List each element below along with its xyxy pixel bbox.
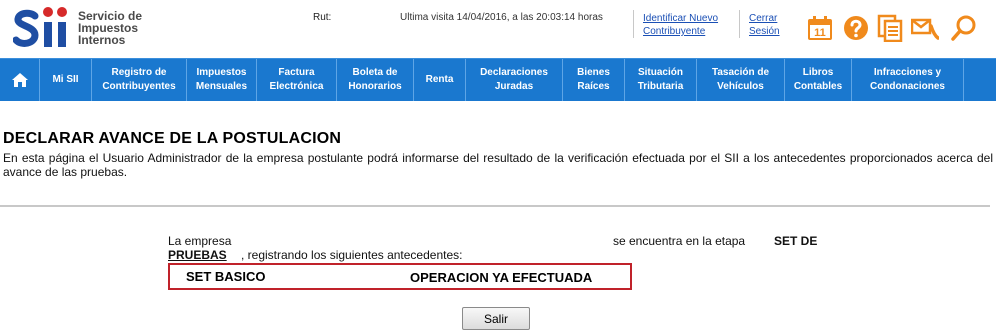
calendar-day: 11 xyxy=(814,27,826,39)
intro-text: En esta página el Usuario Administrador … xyxy=(3,151,993,179)
nav-label: Infracciones y Condonaciones xyxy=(869,67,945,92)
nav-label: Bienes Raíces xyxy=(577,67,610,92)
logout-link-line-2: Sesión xyxy=(749,26,780,37)
nav-registro-contribuyentes[interactable]: Registro de Contribuyentes xyxy=(92,59,187,101)
nav-label: Renta xyxy=(425,74,454,85)
documents-icon[interactable] xyxy=(876,14,904,42)
exit-button[interactable]: Salir xyxy=(462,307,530,330)
status-text-company: La empresa xyxy=(168,234,232,248)
last-visit-text: Ultima visita 14/04/2016, a las 20:03:14… xyxy=(400,12,603,23)
logo-text: Servicio de Impuestos Internos xyxy=(78,10,142,46)
result-set-name: SET BASICO xyxy=(186,269,266,284)
result-status: OPERACION YA EFECTUADA xyxy=(410,270,593,285)
nav-label: Mi SII xyxy=(52,74,79,85)
main-nav: Mi SII Registro de Contribuyentes Impuest… xyxy=(0,58,996,101)
nav-situacion-tributaria[interactable]: Situación Tributaria xyxy=(625,59,697,101)
nav-impuestos-mensuales[interactable]: Impuestos Mensuales xyxy=(187,59,257,101)
nav-declaraciones-juradas[interactable]: Declaraciones Juradas xyxy=(466,59,563,101)
stage-name-part-1: SET DE xyxy=(774,234,818,248)
identify-link-line-2: Contribuyente xyxy=(643,26,706,37)
nav-label: Impuestos Mensuales xyxy=(195,67,248,92)
nav-libros-contables[interactable]: Libros Contables xyxy=(785,59,852,101)
help-icon[interactable] xyxy=(842,14,870,42)
logout-link-line-1: Cerrar xyxy=(749,13,778,24)
logo-line-3: Internos xyxy=(78,33,126,47)
nav-label: Libros Contables xyxy=(793,67,843,92)
status-text-records: , registrando los siguientes antecedente… xyxy=(241,248,463,262)
home-icon xyxy=(11,73,28,87)
nav-label: Tasación de Vehículos xyxy=(711,67,770,92)
nav-renta[interactable]: Renta xyxy=(414,59,466,101)
contact-icon[interactable] xyxy=(911,14,939,42)
nav-label: Factura Electrónica xyxy=(269,67,324,92)
section-divider xyxy=(0,205,990,207)
nav-mi-sii[interactable]: Mi SII xyxy=(40,59,92,101)
stage-name-part-2: PRUEBAS xyxy=(168,248,227,262)
nav-home[interactable] xyxy=(0,59,40,101)
nav-label: Boleta de Honorarios xyxy=(348,67,402,92)
identify-link-line-1: Identificar Nuevo xyxy=(643,13,719,24)
nav-label: Declaraciones Juradas xyxy=(480,67,548,92)
status-text-stage: se encuentra en la etapa xyxy=(613,234,746,248)
nav-bienes-raices[interactable]: Bienes Raíces xyxy=(563,59,625,101)
nav-infracciones-condonaciones[interactable]: Infracciones y Condonaciones xyxy=(852,59,964,101)
rut-label: Rut: xyxy=(313,12,332,23)
header-divider xyxy=(633,10,634,38)
calendar-icon[interactable]: 11 xyxy=(806,14,834,42)
site-header: Servicio de Impuestos Internos Rut: Ulti… xyxy=(0,0,996,58)
search-icon[interactable] xyxy=(950,14,978,42)
nav-factura-electronica[interactable]: Factura Electrónica xyxy=(257,59,337,101)
nav-label: Situación Tributaria xyxy=(637,67,684,92)
nav-boleta-honorarios[interactable]: Boleta de Honorarios xyxy=(337,59,414,101)
nav-filler xyxy=(964,59,996,101)
nav-tasacion-vehiculos[interactable]: Tasación de Vehículos xyxy=(697,59,785,101)
header-divider xyxy=(739,10,740,38)
logout-link[interactable]: Cerrar Sesión xyxy=(749,12,780,38)
identify-new-taxpayer-link[interactable]: Identificar Nuevo Contribuyente xyxy=(643,12,718,38)
page-title: DECLARAR AVANCE DE LA POSTULACION xyxy=(3,130,342,147)
nav-label: Registro de Contribuyentes xyxy=(102,67,176,92)
